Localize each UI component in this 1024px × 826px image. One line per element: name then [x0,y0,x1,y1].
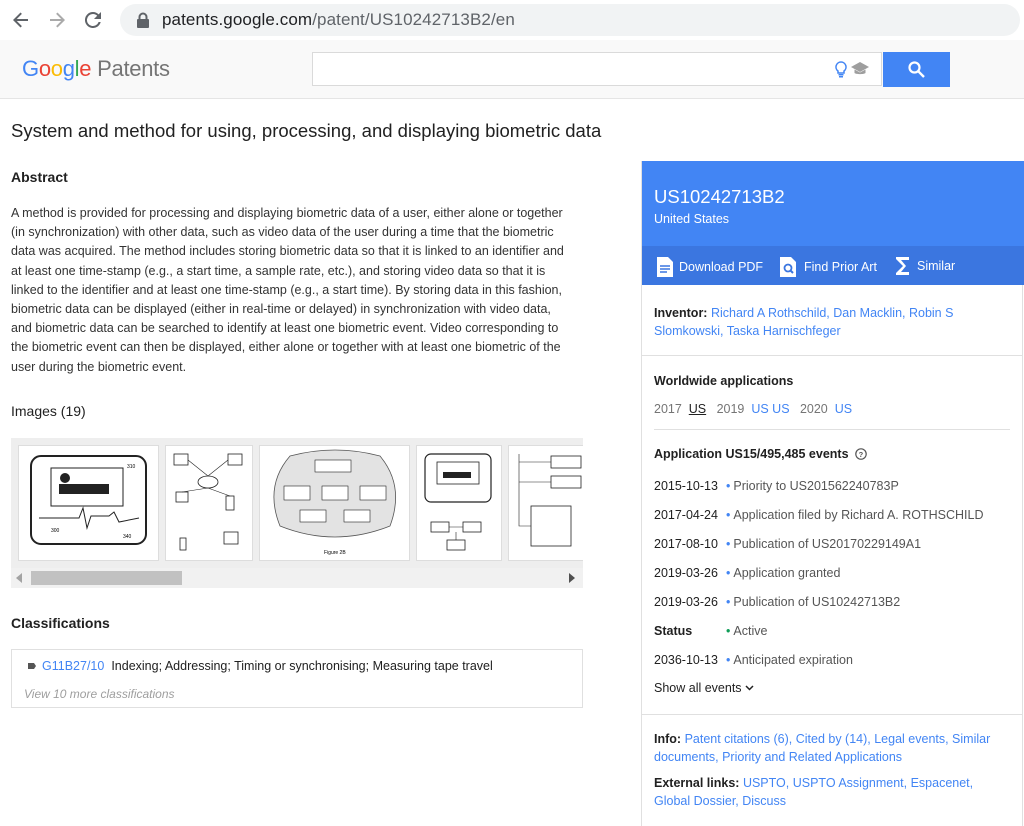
svg-text:310: 310 [127,464,136,470]
country-label: United States [654,212,730,226]
worldwide-heading: Worldwide applications [654,374,794,388]
sidebar-header: US10242713B2 United States [642,161,1024,246]
find-prior-art-button[interactable]: Find Prior Art [780,257,877,277]
sidebar-actions: Download PDF Find Prior Art Similar [642,246,1024,285]
chevron-down-icon [745,685,754,691]
browser-toolbar: patents.google.com/patent/US10242713B2/e… [0,0,1024,41]
svg-text:?: ? [858,450,863,459]
worldwide-link[interactable]: US US [751,402,789,416]
event-row: 2017-08-10 • Publication of US20170229149A… [654,537,922,551]
abstract-text: A method is provided for processing and … [11,206,564,374]
patent-image-thumbnail[interactable] [416,445,502,561]
abstract-heading: Abstract [11,169,68,185]
tag-icon [28,663,36,669]
event-row: 2019-03-26 • Application granted [654,566,841,580]
divider [642,714,1022,715]
search-icon [908,61,925,78]
classification-description: Indexing; Addressing; Timing or synchron… [111,659,493,673]
patent-image-thumbnail[interactable] [508,445,583,561]
worldwide-link[interactable]: US [689,402,706,416]
images-heading: Images (19) [11,403,86,419]
patent-image-thumbnail[interactable] [165,445,253,561]
lock-icon [137,12,149,28]
image-gallery: 310 300 340 Figure 2B [11,438,583,588]
event-row: 2019-03-26 • Publication of US10242713B2 [654,595,901,609]
scroll-right-icon[interactable] [569,573,575,583]
divider [642,355,1022,356]
inventor-section: Inventor: Richard A Rothschild, Dan Mack… [654,306,954,338]
view-more-classifications-link[interactable]: View 10 more classifications [24,687,175,701]
divider [654,429,1010,430]
patent-image-thumbnail[interactable]: Figure 2B [259,445,410,561]
page-title: System and method for using, processing,… [11,120,602,141]
download-pdf-button[interactable]: Download PDF [657,257,763,277]
show-all-events-link[interactable]: Show all events [654,681,754,695]
gallery-scrollbar[interactable] [11,568,583,588]
scroll-left-icon[interactable] [16,573,22,583]
search-button[interactable] [883,52,950,87]
publication-number: US10242713B2 [654,186,785,207]
help-icon[interactable]: ? [854,448,867,460]
svg-text:340: 340 [123,534,132,540]
application-events-heading: Application US15/495,485 events ? [654,445,867,463]
search-document-icon [780,257,796,277]
google-patents-logo[interactable]: Google Patents [22,56,170,82]
reload-icon[interactable] [82,9,104,31]
search-input[interactable] [312,52,882,86]
site-header: Google Patents [0,40,1024,99]
worldwide-link[interactable]: US [835,402,852,416]
sigma-icon [896,257,909,275]
scholar-cap-icon[interactable] [851,62,869,76]
svg-text:Figure 2B: Figure 2B [324,550,346,556]
address-bar[interactable]: patents.google.com/patent/US10242713B2/e… [120,4,1020,36]
similar-button[interactable]: Similar [895,257,955,275]
svg-text:300: 300 [51,528,60,534]
event-row: 2036-10-13 • Anticipated expiration [654,653,853,667]
scrollbar-thumb[interactable] [31,571,182,585]
external-links-section: External links: USPTO, USPTO Assignment,… [654,776,974,808]
url-text: patents.google.com/patent/US10242713B2/e… [162,10,515,29]
classifications-box: G11B27/10 Indexing; Addressing; Timing o… [11,649,583,708]
patent-image-thumbnail[interactable]: 310 300 340 [18,445,159,561]
classification-row: G11B27/10 Indexing; Addressing; Timing o… [28,659,493,673]
lightbulb-icon[interactable] [835,61,847,78]
event-row: 2017-04-24 • Application filed by Richard … [654,508,984,522]
info-links[interactable]: Patent citations (6), Cited by (14), Leg… [654,732,990,764]
document-icon [657,257,673,277]
back-arrow-icon[interactable] [10,9,32,31]
event-row: 2015-10-13 • Priority to US201562240783P [654,479,899,493]
status-row: Status • Active [654,624,768,638]
info-section: Info: Patent citations (6), Cited by (14… [654,732,991,764]
classification-code-link[interactable]: G11B27/10 [42,659,104,673]
worldwide-years: 2017 US 2019 US US 2020 US [654,402,853,416]
patent-sidebar: US10242713B2 United States Download PDF … [641,161,1024,826]
classifications-heading: Classifications [11,615,110,631]
forward-arrow-icon[interactable] [46,9,68,31]
